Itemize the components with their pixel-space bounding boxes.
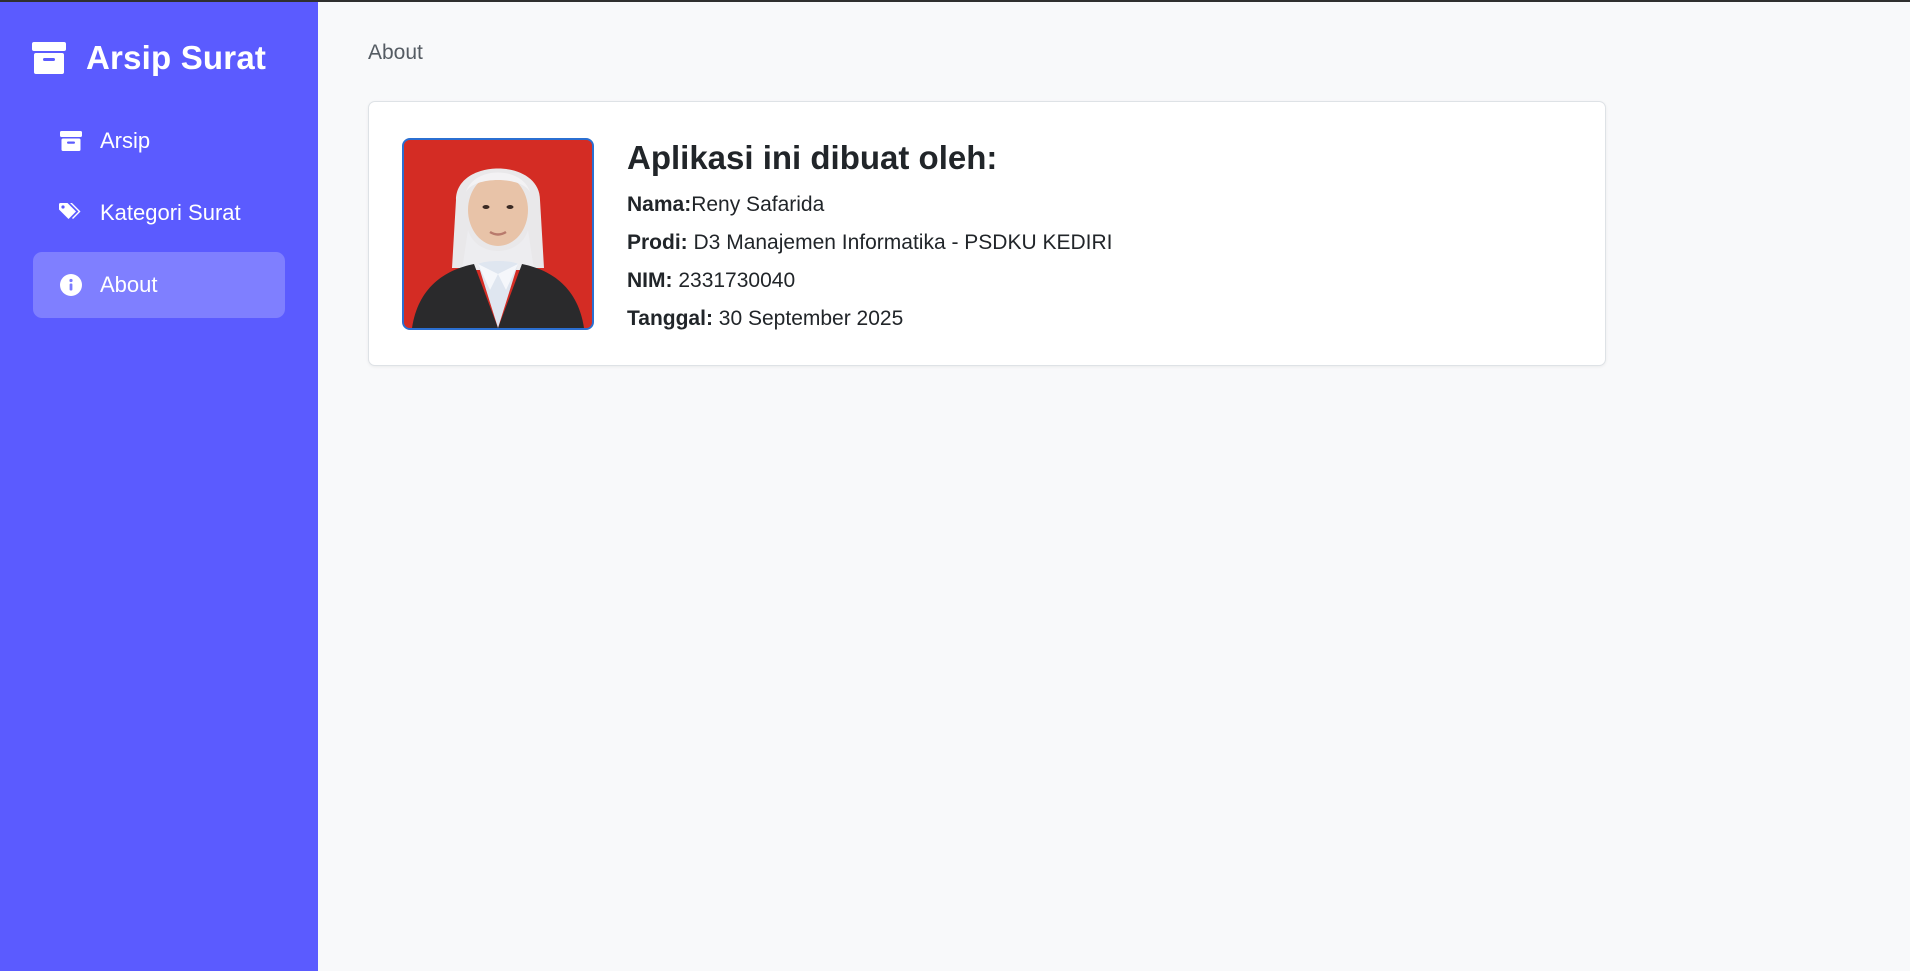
field-value: D3 Manajemen Informatika - PSDKU KEDIRI: [693, 230, 1113, 254]
sidebar-item-kategori-surat[interactable]: Kategori Surat: [33, 180, 285, 246]
tags-icon: [59, 201, 83, 225]
info-circle-icon: [59, 273, 83, 297]
sidebar-item-label: About: [100, 272, 158, 297]
field-label: NIM:: [627, 268, 673, 292]
about-heading: Aplikasi ini dibuat oleh:: [627, 139, 998, 176]
brand[interactable]: Arsip Surat: [32, 38, 266, 78]
brand-title: Arsip Surat: [86, 39, 267, 76]
archive-box-icon: [32, 42, 66, 74]
sidebar: Arsip Surat Arsip Kategori Surat About: [0, 2, 318, 971]
sidebar-item-arsip[interactable]: Arsip: [33, 108, 285, 174]
field-tanggal: Tanggal: 30 September 2025: [627, 300, 1113, 338]
sidebar-item-label: Kategori Surat: [100, 200, 241, 225]
field-label: Tanggal:: [627, 306, 713, 330]
creator-info: Aplikasi ini dibuat oleh: Nama:Reny Safa…: [627, 138, 1113, 338]
sidebar-nav: Arsip Kategori Surat About: [33, 108, 285, 324]
breadcrumb: About: [368, 41, 423, 64]
field-label: Nama:: [627, 192, 692, 216]
field-value: 30 September 2025: [718, 306, 904, 330]
sidebar-item-label: Arsip: [100, 128, 151, 153]
sidebar-item-about[interactable]: About: [33, 252, 285, 318]
field-prodi: Prodi: D3 Manajemen Informatika - PSDKU …: [627, 224, 1113, 262]
profile-photo: [402, 138, 594, 330]
main-content: About Aplikasi ini dibuat oleh: Nama:Ren…: [318, 2, 1910, 971]
field-nim: NIM: 2331730040: [627, 262, 1113, 300]
field-value: Reny Safarida: [691, 192, 825, 216]
field-label: Prodi:: [627, 230, 688, 254]
about-card: Aplikasi ini dibuat oleh: Nama:Reny Safa…: [368, 101, 1606, 366]
field-value: 2331730040: [678, 268, 796, 292]
archive-icon: [59, 129, 83, 153]
field-nama: Nama:Reny Safarida: [627, 186, 1113, 224]
